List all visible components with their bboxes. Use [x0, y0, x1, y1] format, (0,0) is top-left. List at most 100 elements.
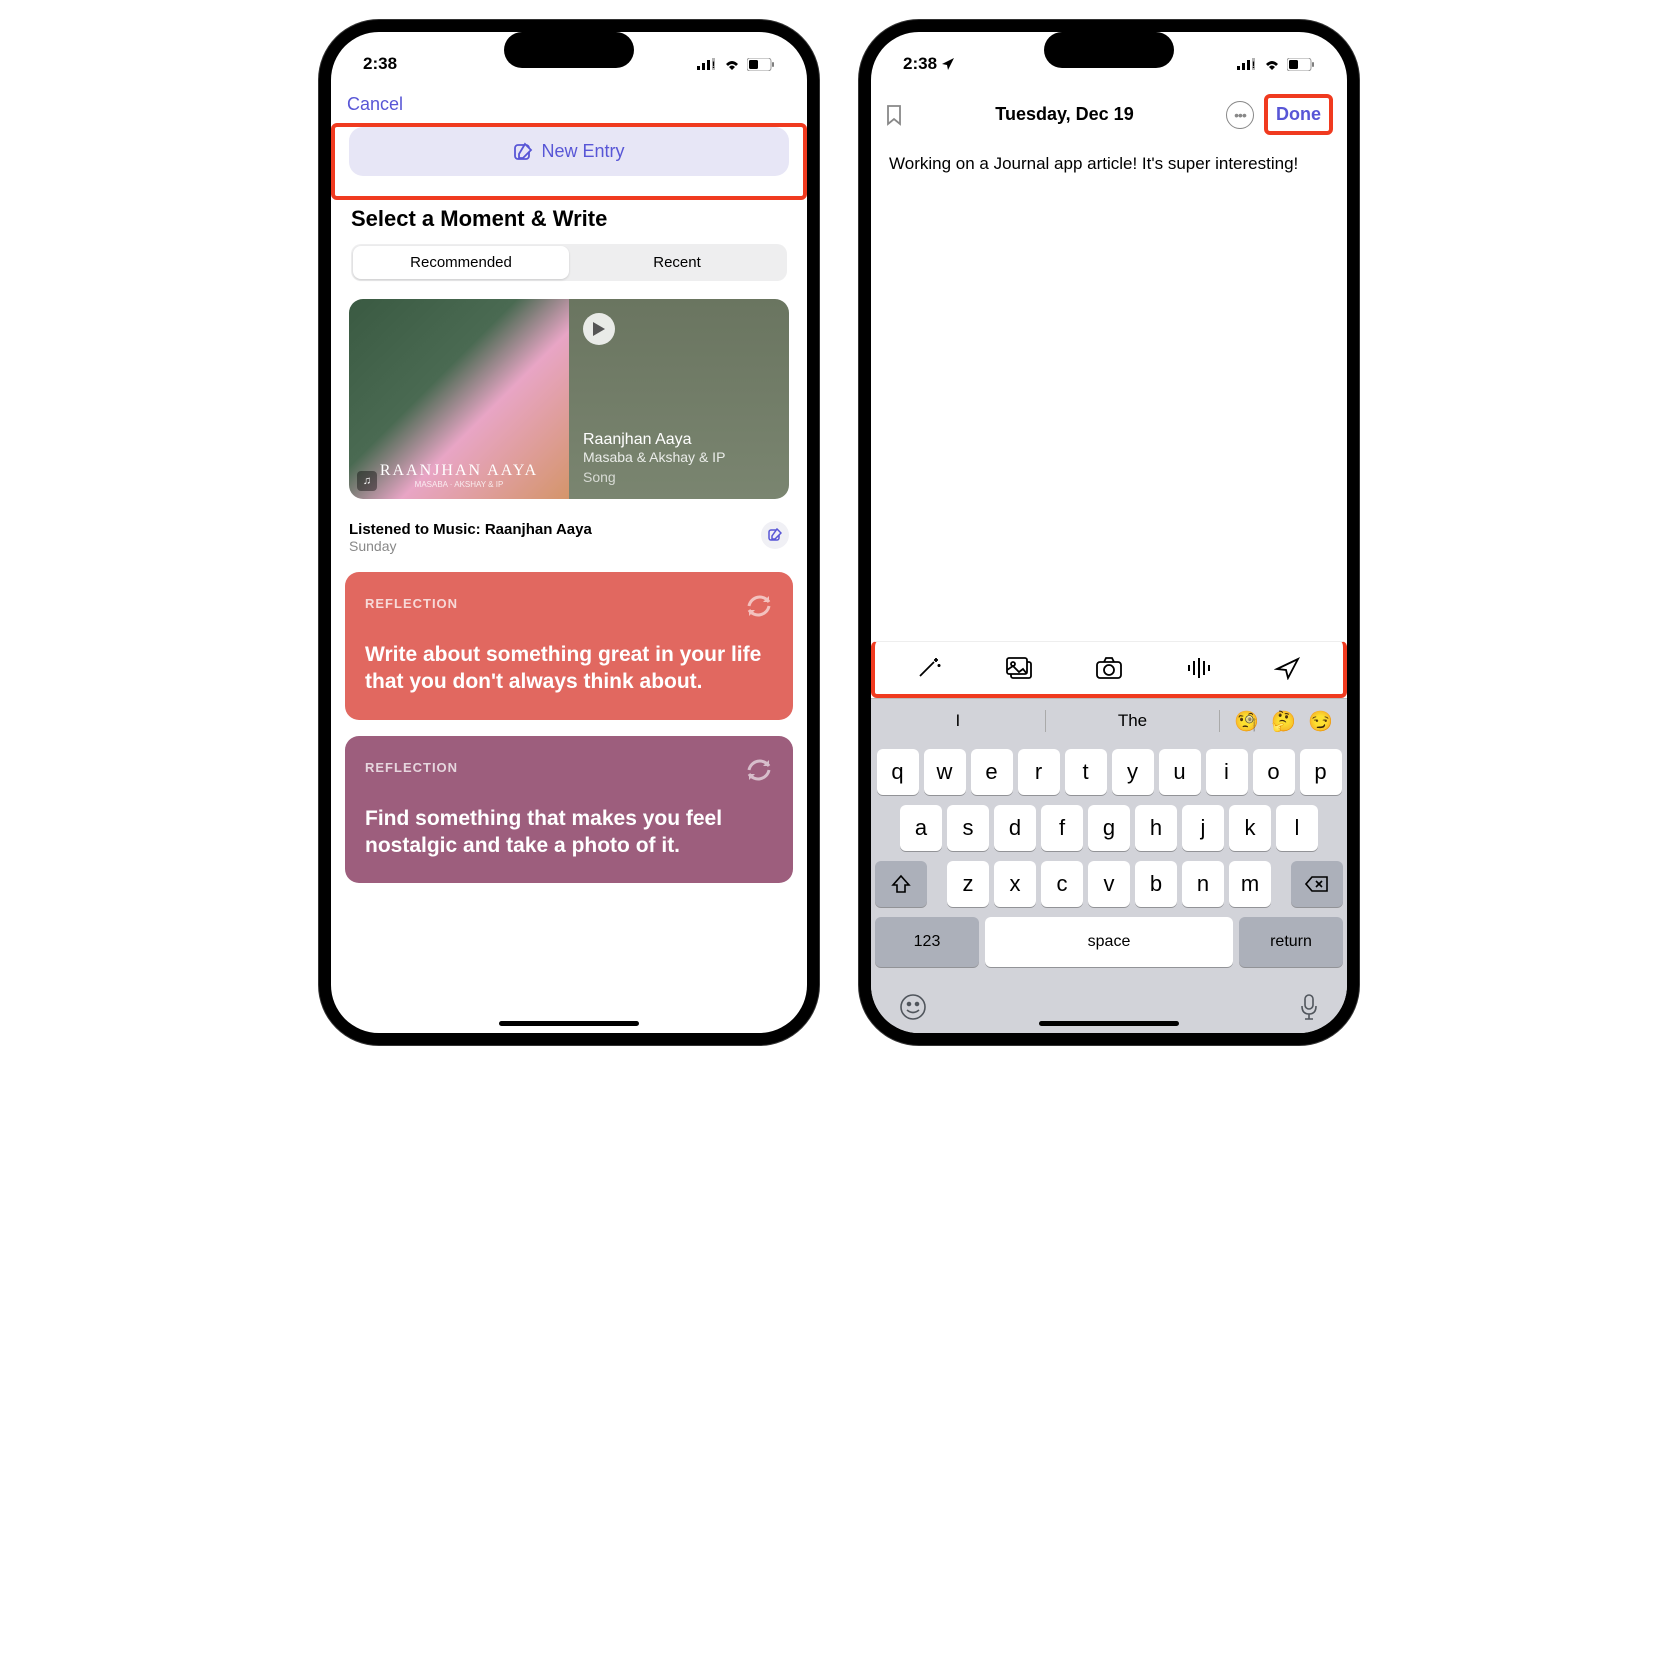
shift-key[interactable]	[875, 861, 927, 907]
emoji-key-icon[interactable]	[899, 993, 927, 1021]
emoji-suggestion[interactable]: 🤔	[1271, 709, 1296, 734]
backspace-key[interactable]	[1291, 861, 1343, 907]
key-u[interactable]: u	[1159, 749, 1201, 795]
key-k[interactable]: k	[1229, 805, 1271, 851]
moment-meta-title: Listened to Music: Raanjhan Aaya	[349, 521, 592, 538]
keyboard: qwertyuiop asdfghjkl zxcvbnm 123 space r…	[871, 743, 1347, 1033]
key-b[interactable]: b	[1135, 861, 1177, 907]
key-row-2: asdfghjkl	[875, 805, 1343, 851]
key-s[interactable]: s	[947, 805, 989, 851]
space-key[interactable]: space	[985, 917, 1233, 967]
wifi-icon	[1263, 58, 1281, 70]
screen-left: 2:38 ! Cancel New Entry Select a Moment …	[331, 32, 807, 1033]
tab-recommended[interactable]: Recommended	[353, 246, 569, 279]
key-w[interactable]: w	[924, 749, 966, 795]
shift-icon	[891, 874, 911, 894]
moment-meta-day: Sunday	[349, 538, 592, 554]
cancel-button[interactable]: Cancel	[347, 94, 403, 114]
magic-wand-icon[interactable]	[916, 656, 944, 680]
home-indicator[interactable]	[1039, 1021, 1179, 1026]
home-indicator[interactable]	[499, 1021, 639, 1026]
signal-icon: !	[1237, 58, 1257, 70]
nav-bar: Cancel	[331, 84, 807, 123]
svg-text:!: !	[712, 60, 715, 70]
backspace-icon	[1305, 875, 1329, 893]
play-icon	[593, 322, 605, 336]
key-t[interactable]: t	[1065, 749, 1107, 795]
key-e[interactable]: e	[971, 749, 1013, 795]
key-j[interactable]: j	[1182, 805, 1224, 851]
song-type: Song	[583, 469, 775, 485]
gallery-icon[interactable]	[1005, 656, 1033, 680]
entry-header: Tuesday, Dec 19 ••• Done	[871, 84, 1347, 145]
album-art: ♫ RAANJHAN AAYA MASABA · AKSHAY & IP	[349, 299, 569, 499]
status-time: 2:38	[903, 54, 937, 74]
pencil-icon	[768, 528, 782, 542]
status-icons: !	[697, 58, 775, 71]
done-button[interactable]: Done	[1264, 94, 1333, 135]
reflection-label: REFLECTION	[365, 760, 773, 775]
suggestion-2[interactable]: The	[1046, 699, 1220, 743]
numbers-key[interactable]: 123	[875, 917, 979, 967]
key-y[interactable]: y	[1112, 749, 1154, 795]
key-n[interactable]: n	[1182, 861, 1224, 907]
notch	[1044, 32, 1174, 68]
status-icons: !	[1237, 58, 1315, 71]
refresh-icon	[743, 754, 775, 786]
key-row-1: qwertyuiop	[875, 749, 1343, 795]
entry-date: Tuesday, Dec 19	[995, 104, 1133, 125]
key-o[interactable]: o	[1253, 749, 1295, 795]
refresh-button[interactable]	[743, 754, 775, 786]
phone-right: 2:38 ! Tuesday, Dec 19 ••• Done Working …	[859, 20, 1359, 1045]
audio-waveform-icon[interactable]	[1185, 656, 1213, 680]
location-icon[interactable]	[1274, 656, 1302, 680]
refresh-button[interactable]	[743, 590, 775, 622]
new-entry-button[interactable]: New Entry	[349, 127, 789, 176]
moment-info: Raanjhan Aaya Masaba & Akshay & IP Song	[569, 299, 789, 499]
entry-textarea[interactable]: Working on a Journal app article! It's s…	[871, 145, 1347, 641]
key-q[interactable]: q	[877, 749, 919, 795]
key-d[interactable]: d	[994, 805, 1036, 851]
song-artist: Masaba & Akshay & IP	[583, 449, 775, 465]
edit-moment-button[interactable]	[761, 521, 789, 549]
battery-icon	[747, 58, 775, 71]
wifi-icon	[723, 58, 741, 70]
reflection-text: Write about something great in your life…	[365, 641, 773, 696]
new-entry-highlight: New Entry	[331, 123, 807, 200]
key-a[interactable]: a	[900, 805, 942, 851]
key-l[interactable]: l	[1276, 805, 1318, 851]
return-key[interactable]: return	[1239, 917, 1343, 967]
mic-key-icon[interactable]	[1299, 993, 1319, 1021]
reflection-card-1[interactable]: REFLECTION Write about something great i…	[345, 572, 793, 720]
key-i[interactable]: i	[1206, 749, 1248, 795]
key-x[interactable]: x	[994, 861, 1036, 907]
suggestion-1[interactable]: I	[871, 699, 1045, 743]
reflection-card-2[interactable]: REFLECTION Find something that makes you…	[345, 736, 793, 884]
moment-media: ♫ RAANJHAN AAYA MASABA · AKSHAY & IP Raa…	[349, 299, 789, 499]
camera-icon[interactable]	[1095, 656, 1123, 680]
emoji-suggestion[interactable]: 🧐	[1234, 709, 1259, 734]
emoji-suggestion[interactable]: 😏	[1308, 709, 1333, 734]
phone-left: 2:38 ! Cancel New Entry Select a Moment …	[319, 20, 819, 1045]
moment-meta: Listened to Music: Raanjhan Aaya Sunday	[331, 511, 807, 572]
entry-toolbar	[871, 641, 1347, 698]
song-title: Raanjhan Aaya	[583, 431, 775, 449]
key-m[interactable]: m	[1229, 861, 1271, 907]
key-z[interactable]: z	[947, 861, 989, 907]
key-v[interactable]: v	[1088, 861, 1130, 907]
key-p[interactable]: p	[1300, 749, 1342, 795]
key-r[interactable]: r	[1018, 749, 1060, 795]
screen-right: 2:38 ! Tuesday, Dec 19 ••• Done Working …	[871, 32, 1347, 1033]
key-g[interactable]: g	[1088, 805, 1130, 851]
key-f[interactable]: f	[1041, 805, 1083, 851]
keyboard-suggestions: I The 🧐 🤔 😏	[871, 698, 1347, 743]
key-c[interactable]: c	[1041, 861, 1083, 907]
key-h[interactable]: h	[1135, 805, 1177, 851]
moment-card[interactable]: ♫ RAANJHAN AAYA MASABA · AKSHAY & IP Raa…	[349, 299, 789, 499]
play-button[interactable]	[583, 313, 615, 345]
tab-recent[interactable]: Recent	[569, 246, 785, 279]
emoji-suggestions: 🧐 🤔 😏	[1220, 709, 1347, 734]
bookmark-icon[interactable]	[885, 104, 903, 126]
album-title: RAANJHAN AAYA	[359, 462, 559, 480]
more-button[interactable]: •••	[1226, 101, 1254, 129]
